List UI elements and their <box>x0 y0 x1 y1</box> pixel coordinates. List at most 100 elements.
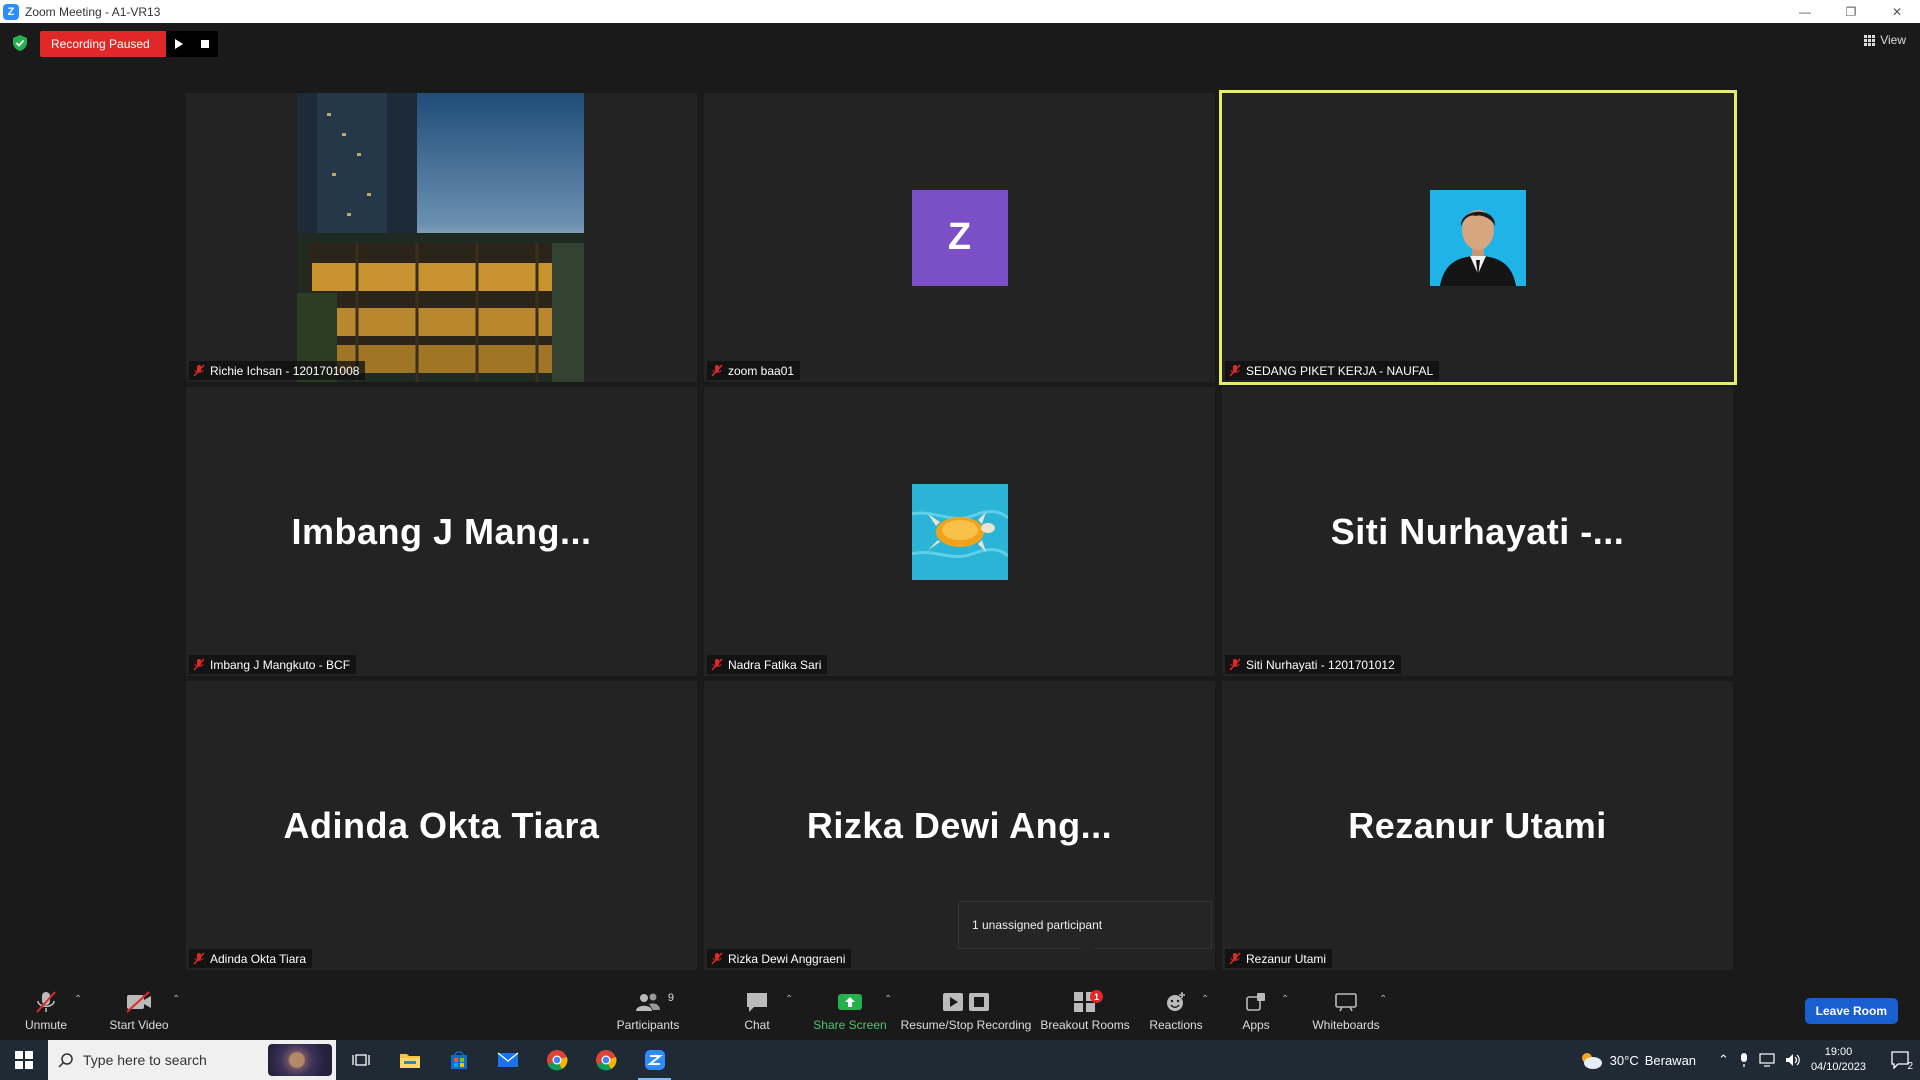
chrome-icon <box>595 1050 616 1071</box>
mail-button[interactable] <box>483 1040 532 1080</box>
muted-mic-icon <box>193 658 205 671</box>
network-icon[interactable] <box>1759 1053 1775 1067</box>
apps-options-chevron-icon[interactable]: ⌃ <box>1281 994 1289 1005</box>
stop-recording-icon <box>969 993 989 1011</box>
video-tile[interactable]: Imbang J Mang... Imbang J Mangkuto - BCF <box>186 387 697 676</box>
participant-name-label: SEDANG PIKET KERJA - NAUFAL <box>1225 361 1440 380</box>
whiteboards-button[interactable]: Whiteboards <box>1310 978 1382 1040</box>
participants-count: 9 <box>667 992 674 1004</box>
chrome-profile-button[interactable] <box>581 1040 630 1080</box>
windows-logo-icon <box>15 1051 33 1069</box>
muted-mic-icon <box>36 991 56 1013</box>
participant-display-name: Rezanur Utami <box>1348 804 1607 846</box>
resume-stop-recording-button[interactable]: Resume/Stop Recording <box>900 978 1032 1040</box>
folder-icon <box>399 1054 420 1068</box>
resume-recording-icon <box>943 993 963 1011</box>
chat-label: Chat <box>744 1018 770 1032</box>
participant-name-label: Nadra Fatika Sari <box>707 655 828 674</box>
start-button[interactable] <box>0 1040 48 1080</box>
start-video-button[interactable]: Start Video <box>106 978 172 1040</box>
unassigned-participant-tooltip: 1 unassigned participant <box>958 901 1212 955</box>
breakout-rooms-button[interactable]: 1 Breakout Rooms <box>1040 978 1130 1040</box>
minimize-icon[interactable]: — <box>1782 0 1828 23</box>
mail-icon <box>497 1052 518 1067</box>
volume-icon[interactable] <box>1785 1053 1801 1067</box>
video-tile[interactable]: Nadra Fatika Sari <box>704 387 1215 676</box>
security-shield-icon[interactable] <box>13 35 27 51</box>
taskbar-search-box[interactable]: Type here to search <box>48 1040 336 1080</box>
video-tile-active-speaker[interactable]: SEDANG PIKET KERJA - NAUFAL <box>1219 90 1737 385</box>
tray-icons: ⌃ <box>1718 1052 1801 1068</box>
muted-mic-icon <box>1229 364 1241 377</box>
participant-name-label: Richie Ichsan - 1201701008 <box>189 361 366 380</box>
participant-display-name: Adinda Okta Tiara <box>283 804 600 846</box>
file-explorer-button[interactable] <box>385 1040 434 1080</box>
video-options-chevron-icon[interactable]: ⌃ <box>172 994 180 1005</box>
share-options-chevron-icon[interactable]: ⌃ <box>884 994 892 1005</box>
muted-mic-icon <box>711 364 723 377</box>
whiteboards-options-chevron-icon[interactable]: ⌃ <box>1379 994 1387 1005</box>
audio-options-chevron-icon[interactable]: ⌃ <box>74 994 82 1005</box>
task-view-icon <box>351 1054 370 1066</box>
zoom-logo-icon: Z <box>3 3 19 20</box>
microsoft-store-button[interactable] <box>434 1040 483 1080</box>
meeting-area: Recording Paused View Richie Ichsan - 12… <box>0 23 1920 978</box>
microphone-icon[interactable] <box>1739 1052 1749 1068</box>
search-highlight-image <box>268 1044 332 1076</box>
reactions-button[interactable]: Reactions <box>1148 978 1204 1040</box>
apps-label: Apps <box>1242 1018 1270 1032</box>
video-tile[interactable]: Z zoom baa01 <box>704 93 1215 382</box>
share-screen-button[interactable]: Share Screen <box>813 978 887 1040</box>
close-icon[interactable]: ✕ <box>1874 0 1920 23</box>
participant-name-label: Rizka Dewi Anggraeni <box>707 949 852 968</box>
start-video-label: Start Video <box>109 1018 169 1032</box>
zoom-taskbar-button[interactable] <box>630 1040 679 1080</box>
reactions-icon <box>1167 992 1185 1011</box>
video-tile[interactable]: Rezanur Utami Rezanur Utami <box>1222 681 1733 970</box>
restore-icon[interactable]: ❐ <box>1828 0 1874 23</box>
participant-name-label: Imbang J Mangkuto - BCF <box>189 655 357 674</box>
meeting-toolbar: Unmute ⌃ Start Video ⌃ 9 Participants Ch… <box>0 978 1920 1040</box>
muted-mic-icon <box>711 658 723 671</box>
chat-button[interactable]: Chat <box>740 978 774 1040</box>
window-controls: — ❐ ✕ <box>1782 0 1920 23</box>
apps-icon <box>1246 993 1265 1011</box>
chrome-button[interactable] <box>532 1040 581 1080</box>
participant-avatar: Z <box>911 189 1008 286</box>
share-screen-label: Share Screen <box>813 1018 887 1032</box>
view-label: View <box>1880 33 1906 47</box>
resume-recording-button[interactable] <box>165 31 192 57</box>
grid-view-icon <box>1864 34 1876 46</box>
taskbar-clock[interactable]: 19:00 04/10/2023 <box>1811 1045 1866 1075</box>
video-tile[interactable]: Adinda Okta Tiara Adinda Okta Tiara <box>186 681 697 970</box>
unmute-button[interactable]: Unmute <box>20 978 72 1040</box>
muted-mic-icon <box>193 952 205 965</box>
apps-button[interactable]: Apps <box>1240 978 1272 1040</box>
recording-controls-label: Resume/Stop Recording <box>900 1018 1032 1032</box>
reactions-options-chevron-icon[interactable]: ⌃ <box>1201 994 1209 1005</box>
weather-widget[interactable]: 30°C Berawan <box>1578 1050 1696 1070</box>
participant-name-label: zoom baa01 <box>707 361 801 380</box>
windows-taskbar: Type here to search 30°C Berawan ⌃ 19:00… <box>0 1040 1920 1080</box>
video-tile[interactable]: Richie Ichsan - 1201701008 <box>186 93 697 382</box>
stop-icon <box>200 40 209 48</box>
leave-room-button[interactable]: Leave Room <box>1804 998 1898 1024</box>
video-off-icon <box>126 991 151 1013</box>
participant-profile-photo <box>297 93 584 382</box>
zoom-icon <box>644 1050 665 1070</box>
notifications-icon <box>1891 1051 1909 1069</box>
title-bar: Z Zoom Meeting - A1-VR13 — ❐ ✕ <box>0 0 1920 23</box>
notification-center-button[interactable]: 2 <box>1880 1040 1920 1080</box>
view-button[interactable]: View <box>1864 33 1906 47</box>
search-icon <box>58 1052 73 1068</box>
participants-button[interactable]: 9 Participants <box>610 978 686 1040</box>
weather-temperature: 30°C <box>1609 1052 1639 1068</box>
stop-recording-button[interactable] <box>191 31 218 57</box>
chat-options-chevron-icon[interactable]: ⌃ <box>785 994 793 1005</box>
window-title: Zoom Meeting - A1-VR13 <box>25 4 161 19</box>
store-icon <box>450 1051 467 1069</box>
video-tile[interactable]: Siti Nurhayati -... Siti Nurhayati - 120… <box>1222 387 1733 676</box>
show-hidden-icons-chevron-icon[interactable]: ⌃ <box>1718 1052 1729 1068</box>
participant-name-label: Siti Nurhayati - 1201701012 <box>1225 655 1401 674</box>
task-view-button[interactable] <box>336 1040 385 1080</box>
